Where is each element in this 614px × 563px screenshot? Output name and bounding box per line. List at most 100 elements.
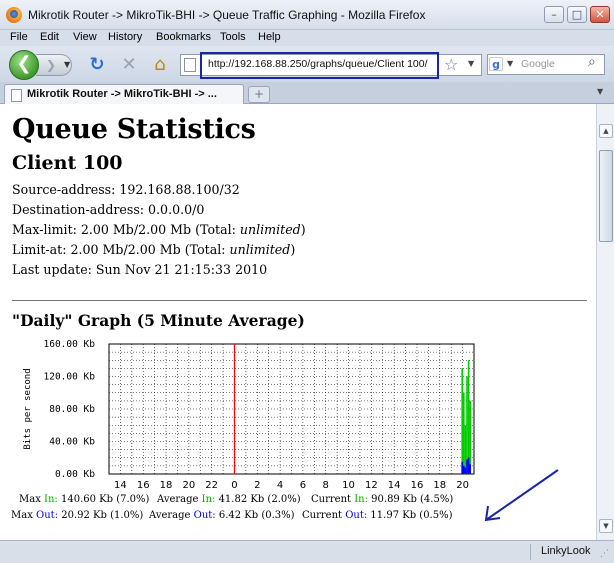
limit-at: Limit-at: 2.00 Mb/2.00 Mb (Total: unlimi… <box>12 242 295 257</box>
limit-at-text: Limit-at: 2.00 Mb/2.00 Mb (Total: <box>12 242 230 257</box>
max-limit-text: Max-limit: 2.00 Mb/2.00 Mb (Total: <box>12 222 240 237</box>
daily-traffic-graph: 0.00 Kb 40.00 Kb 80.00 Kb 120.00 Kb 160.00 K… <box>23 339 475 491</box>
x-tick-label: 22 <box>205 480 218 491</box>
stats-out-row: Max Out: 20.92 Kb (1.0%) Average Out: 6.… <box>11 510 453 521</box>
page-title: Queue Statistics <box>12 114 256 145</box>
in-bar <box>463 392 465 474</box>
stop-icon[interactable]: ✕ <box>119 55 139 75</box>
stat-avg-in-value: 41.82 Kb (2.0%) <box>215 494 301 505</box>
stat-avg-out-value: 6.42 Kb (0.3%) <box>215 510 295 521</box>
destination-address: Destination-address: 0.0.0.0/0 <box>12 202 205 217</box>
x-tick-label: 16 <box>411 480 424 491</box>
stat-max-out: Max Out: 20.92 Kb (1.0%) <box>11 510 143 521</box>
status-linkylook[interactable]: LinkyLook <box>541 545 591 557</box>
page-content: Queue Statistics Client 100 Source-addre… <box>0 104 596 540</box>
menu-bar: File Edit View History Bookmarks Tools H… <box>0 30 614 46</box>
scroll-thumb[interactable] <box>599 150 613 242</box>
in-bar <box>464 425 467 474</box>
stat-cur-label: Current <box>311 494 355 505</box>
stat-in-word: In: <box>201 494 216 505</box>
out-bar <box>469 464 471 474</box>
status-bar: LinkyLook <box>0 540 614 563</box>
stat-avg-out: Average Out: 6.42 Kb (0.3%) <box>149 510 295 521</box>
star-icon[interactable]: ☆ <box>444 55 458 74</box>
menu-history[interactable]: History <box>108 31 142 43</box>
menu-bookmarks[interactable]: Bookmarks <box>156 31 211 43</box>
out-bar <box>463 465 465 474</box>
annotation-arrow-icon <box>484 469 559 522</box>
y-tick-label: 40.00 Kb <box>49 437 95 448</box>
max-limit-close: ) <box>300 222 306 237</box>
minimize-button[interactable]: – <box>544 6 564 23</box>
window-title-bar: Mikrotik Router -> MikroTik-BHI -> Queue… <box>0 0 614 30</box>
stat-out-word: Out: <box>36 510 59 521</box>
tab-queue-graph[interactable]: Mikrotik Router -> MikroTik-BHI -> ... <box>4 84 244 105</box>
menu-view[interactable]: View <box>73 31 97 43</box>
stat-max-label: Max <box>11 510 37 521</box>
x-tick-label: 14 <box>388 480 401 491</box>
menu-help[interactable]: Help <box>258 31 281 43</box>
close-button[interactable]: ✕ <box>590 6 610 23</box>
history-dropdown-icon[interactable]: ▼ <box>64 54 70 76</box>
menu-file[interactable]: File <box>10 31 28 43</box>
client-name: Client 100 <box>12 152 123 174</box>
y-tick-label: 120.00 Kb <box>44 372 96 383</box>
resize-grip-icon[interactable]: ⋰ <box>600 549 609 559</box>
back-arrow-icon: ❮ <box>16 53 32 74</box>
forward-arrow-icon: ❯ <box>46 58 57 72</box>
vertical-scrollbar[interactable]: ▲ ▼ <box>596 104 614 540</box>
out-bar <box>464 467 467 474</box>
stat-cur-label: Current <box>302 510 346 521</box>
maximize-button[interactable]: □ <box>567 6 587 23</box>
stat-cur-in: Current In: 90.89 Kb (4.5%) <box>311 494 453 505</box>
stat-max-in-value: 140.60 Kb (7.0%) <box>57 494 150 505</box>
out-bar <box>461 461 463 474</box>
reload-icon[interactable]: ↻ <box>87 55 107 75</box>
back-button[interactable]: ❮ <box>9 50 39 80</box>
divider <box>12 300 587 301</box>
x-tick-label: 2 <box>254 480 260 491</box>
x-tick-label: 12 <box>365 480 378 491</box>
in-bar <box>469 400 471 474</box>
url-dropdown-icon[interactable]: ▼ <box>468 59 474 68</box>
in-bar <box>467 360 470 474</box>
out-bar <box>466 459 468 474</box>
scroll-up-icon[interactable]: ▲ <box>599 124 613 138</box>
x-tick-label: 8 <box>323 480 329 491</box>
max-limit-unlimited: unlimited <box>239 222 301 237</box>
x-tick-label: 20 <box>456 480 469 491</box>
stat-cur-out-value: 11.97 Kb (0.5%) <box>367 510 453 521</box>
stat-out-word: Out: <box>193 510 216 521</box>
limit-at-close: ) <box>290 242 296 257</box>
x-tick-label: 6 <box>300 480 306 491</box>
scroll-down-icon[interactable]: ▼ <box>599 519 613 533</box>
x-tick-label: 14 <box>114 480 127 491</box>
stat-in-word: In: <box>354 494 368 505</box>
url-input[interactable]: http://192.168.88.250/graphs/queue/Clien… <box>208 58 428 70</box>
search-engine-dropdown-icon[interactable]: ▼ <box>507 59 513 68</box>
source-address: Source-address: 192.168.88.100/32 <box>12 182 240 197</box>
stats-in-row: Max In: 140.60 Kb (7.0%) Average In: 41.… <box>19 494 453 505</box>
home-icon[interactable]: ⌂ <box>150 55 170 75</box>
graph-heading: "Daily" Graph (5 Minute Average) <box>12 311 305 330</box>
stat-out-word: Out: <box>345 510 368 521</box>
new-tab-button[interactable]: + <box>248 86 270 103</box>
last-update: Last update: Sun Nov 21 21:15:33 2010 <box>12 262 268 277</box>
out-bar <box>467 457 470 474</box>
y-axis-label: Bits per second <box>23 368 33 449</box>
search-placeholder: Google <box>521 58 555 70</box>
firefox-logo-icon <box>6 7 22 23</box>
page-favicon-icon <box>184 58 196 72</box>
x-tick-label: 4 <box>277 480 283 491</box>
magnifier-icon[interactable]: ⌕ <box>588 54 596 70</box>
y-tick-label: 80.00 Kb <box>49 404 95 415</box>
max-limit: Max-limit: 2.00 Mb/2.00 Mb (Total: unlim… <box>12 222 306 237</box>
menu-edit[interactable]: Edit <box>40 31 59 43</box>
google-icon[interactable]: g <box>489 57 503 71</box>
menu-tools[interactable]: Tools <box>220 31 246 43</box>
y-tick-label: 160.00 Kb <box>44 339 96 350</box>
x-tick-label: 10 <box>342 480 355 491</box>
tab-list-dropdown-icon[interactable]: ▼ <box>597 87 603 96</box>
stat-max-label: Max <box>19 494 45 505</box>
stat-in-word: In: <box>44 494 58 505</box>
